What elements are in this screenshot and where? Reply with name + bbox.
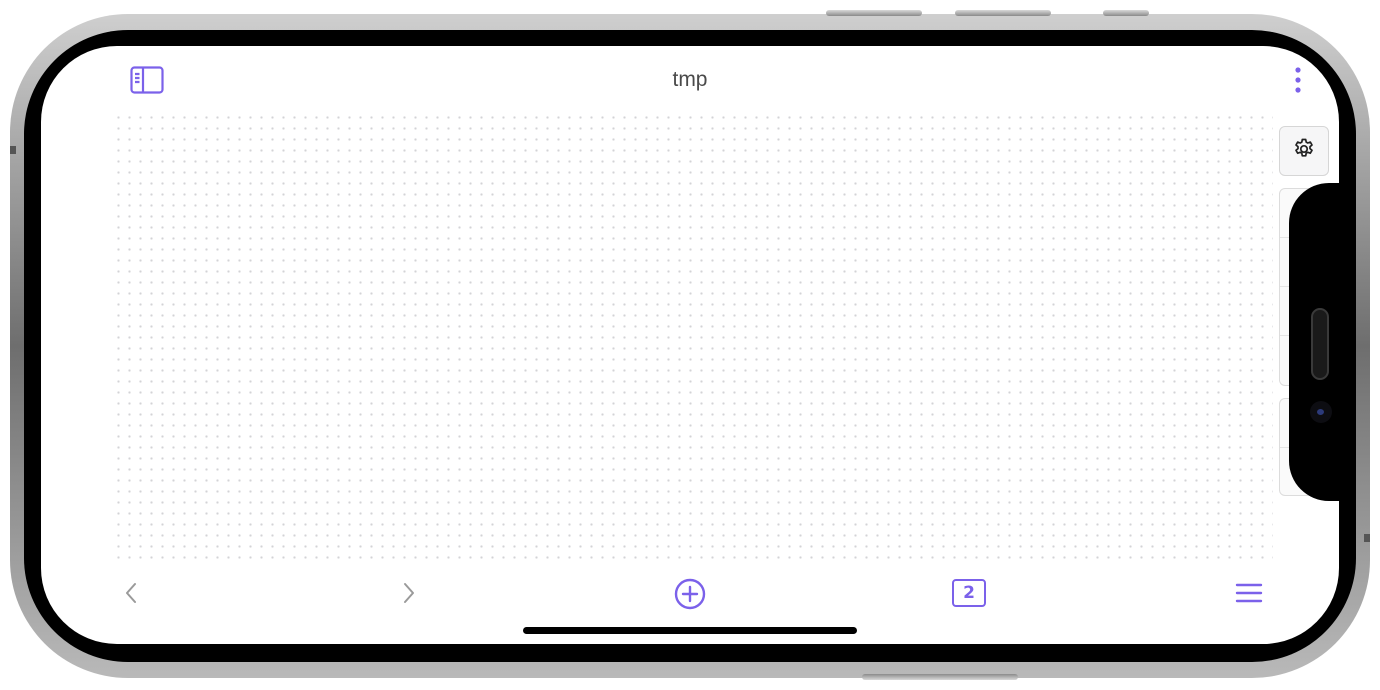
page-count-label: 2 — [963, 582, 975, 603]
antenna-line — [10, 146, 16, 154]
chevron-right-icon — [402, 581, 416, 605]
page-count-button[interactable]: 2 — [951, 577, 987, 609]
more-options-button[interactable] — [1286, 64, 1310, 96]
more-vertical-icon — [1294, 66, 1302, 94]
home-indicator[interactable] — [523, 627, 857, 634]
back-button[interactable] — [117, 578, 145, 608]
volume-button — [955, 10, 1051, 16]
page-count-box: 2 — [952, 579, 986, 607]
device-stage: tmp 2 — [0, 0, 1380, 690]
page-title: tmp — [672, 68, 708, 91]
power-button — [862, 674, 1018, 680]
chevron-left-icon — [124, 581, 138, 605]
antenna-line — [1364, 534, 1370, 542]
settings-button[interactable] — [1279, 126, 1329, 176]
volume-button — [826, 10, 922, 16]
gear-icon — [1292, 137, 1316, 166]
plus-circle-icon — [674, 578, 706, 610]
hamburger-menu-icon — [1235, 582, 1263, 604]
front-camera — [1310, 401, 1332, 423]
dot-grid-canvas[interactable] — [113, 112, 1273, 564]
forward-button[interactable] — [395, 578, 423, 608]
mute-switch — [1103, 10, 1149, 16]
app-screen: tmp 2 — [41, 46, 1339, 644]
add-page-button[interactable] — [672, 576, 708, 612]
menu-button[interactable] — [1233, 578, 1265, 608]
earpiece-speaker — [1311, 308, 1329, 380]
